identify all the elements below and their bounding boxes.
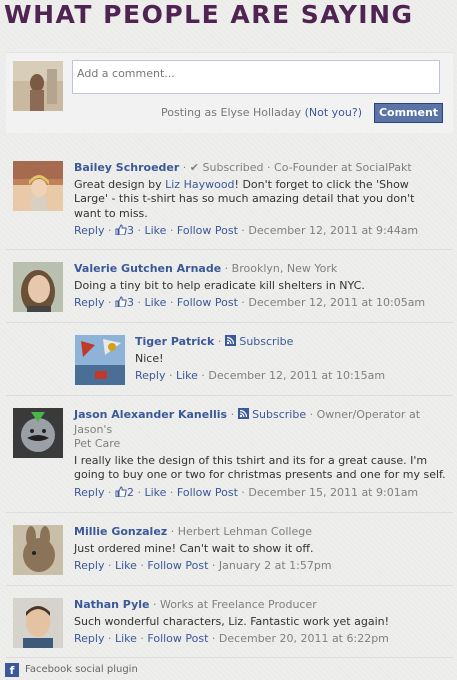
avatar xyxy=(75,335,125,385)
thumbs-up-icon[interactable] xyxy=(115,485,127,497)
comment-actions: Reply · 2 · Like · Follow Post · Decembe… xyxy=(74,485,419,499)
comment-text: Doing a tiny bit to help eradicate kill … xyxy=(74,278,365,292)
comment-timestamp[interactable]: December 12, 2011 at 10:05am xyxy=(248,296,425,309)
reply-link[interactable]: Reply xyxy=(74,224,104,237)
comment-timestamp[interactable]: December 12, 2011 at 9:44am xyxy=(248,224,418,237)
avatar xyxy=(13,598,63,648)
author-meta: · Co-Founder at SocialPakt xyxy=(263,161,412,174)
follow-post-link[interactable]: Follow Post xyxy=(177,224,238,237)
plugin-label[interactable]: Facebook social plugin xyxy=(25,664,138,675)
comment-input[interactable]: Add a comment... xyxy=(72,60,440,94)
reply-link[interactable]: Reply xyxy=(135,369,165,382)
reply-link[interactable]: Reply xyxy=(74,296,104,309)
comment-button[interactable]: Comment xyxy=(374,103,443,123)
follow-post-link[interactable]: Follow Post xyxy=(147,559,208,572)
author-meta: · Herbert Lehman College xyxy=(167,525,312,538)
comment-timestamp[interactable]: December 20, 2011 at 6:22pm xyxy=(219,632,389,645)
comment-timestamp[interactable]: January 2 at 1:57pm xyxy=(219,559,332,572)
like-count[interactable]: 3 xyxy=(127,296,134,309)
comment-text-part: Great design by xyxy=(74,177,166,191)
check-icon: ✔ xyxy=(189,161,203,174)
comment-text: I really like the design of this tshirt … xyxy=(74,453,446,482)
comment-text: Nice! xyxy=(135,351,164,365)
comment-actions: Reply · 3 · Like · Follow Post · Decembe… xyxy=(74,224,419,237)
like-link[interactable]: Like xyxy=(144,224,166,237)
subscribe-icon xyxy=(224,335,236,346)
reply-link[interactable]: Reply xyxy=(74,632,104,645)
mention-link[interactable]: Liz Haywood xyxy=(165,178,234,191)
meta-separator: · xyxy=(179,161,190,174)
comment-text: Great design by Liz Haywood! Don't forge… xyxy=(74,178,434,222)
divider xyxy=(6,512,453,513)
subscribe-icon xyxy=(237,408,249,419)
avatar xyxy=(13,61,63,111)
divider xyxy=(6,322,453,323)
subscribe-link[interactable]: Subscribe xyxy=(239,335,293,348)
posting-as: Posting as Elyse Holladay (Not you?) xyxy=(161,106,362,119)
divider xyxy=(6,249,453,250)
comment-composer: Add a comment... Posting as Elyse Hollad… xyxy=(6,52,453,133)
author-meta-continued: Pet Care xyxy=(74,437,121,450)
divider xyxy=(6,585,453,586)
author-name[interactable]: Tiger Patrick xyxy=(135,335,214,348)
subscribe-link[interactable]: Subscribe xyxy=(252,408,306,421)
reply-link[interactable]: Reply xyxy=(74,486,104,499)
comment-actions: Reply · Like · Follow Post · January 2 a… xyxy=(74,559,332,572)
like-link[interactable]: Like xyxy=(144,296,166,309)
author-name[interactable]: Bailey Schroeder xyxy=(74,161,179,174)
follow-post-link[interactable]: Follow Post xyxy=(147,632,208,645)
author-name[interactable]: Nathan Pyle xyxy=(74,598,149,611)
author-name[interactable]: Jason Alexander Kanellis xyxy=(74,408,227,421)
like-link[interactable]: Like xyxy=(115,559,137,572)
avatar xyxy=(13,161,63,211)
posting-as-text: Posting as Elyse Holladay xyxy=(161,106,302,119)
like-count[interactable]: 3 xyxy=(127,224,134,237)
facebook-icon[interactable]: f xyxy=(5,663,19,677)
like-link[interactable]: Like xyxy=(144,486,166,499)
comment-text: Such wonderful characters, Liz. Fantasti… xyxy=(74,614,390,628)
thumbs-up-icon[interactable] xyxy=(115,296,127,307)
thumbs-up-icon[interactable] xyxy=(115,224,127,235)
section-heading: WHAT PEOPLE ARE SAYING xyxy=(4,0,414,29)
comment-text: Just ordered mine! Can't wait to show it… xyxy=(74,541,314,555)
author-name[interactable]: Valerie Gutchen Arnade xyxy=(74,262,221,275)
author-name[interactable]: Millie Gonzalez xyxy=(74,525,167,538)
subscribed-label[interactable]: Subscribed xyxy=(203,161,264,174)
like-link[interactable]: Like xyxy=(176,369,198,382)
avatar xyxy=(13,525,63,575)
comment-actions: Reply · Like · Follow Post · December 20… xyxy=(74,632,389,645)
comment-timestamp[interactable]: December 15, 2011 at 9:01am xyxy=(248,486,418,499)
follow-post-link[interactable]: Follow Post xyxy=(177,486,238,499)
reply-link[interactable]: Reply xyxy=(74,559,104,572)
comment-actions: Reply · 3 · Like · Follow Post · Decembe… xyxy=(74,296,426,309)
comment-actions: Reply · Like · December 12, 2011 at 10:1… xyxy=(135,369,386,382)
divider xyxy=(6,395,453,396)
author-meta: · Brooklyn, New York xyxy=(221,262,338,275)
follow-post-link[interactable]: Follow Post xyxy=(177,296,238,309)
avatar xyxy=(13,262,63,312)
like-count[interactable]: 2 xyxy=(127,486,134,499)
divider xyxy=(6,657,453,658)
like-link[interactable]: Like xyxy=(115,632,137,645)
avatar xyxy=(13,408,63,458)
author-meta: · Works at Freelance Producer xyxy=(149,598,317,611)
comment-timestamp[interactable]: December 12, 2011 at 10:15am xyxy=(208,369,385,382)
not-you-link[interactable]: (Not you?) xyxy=(305,106,362,119)
